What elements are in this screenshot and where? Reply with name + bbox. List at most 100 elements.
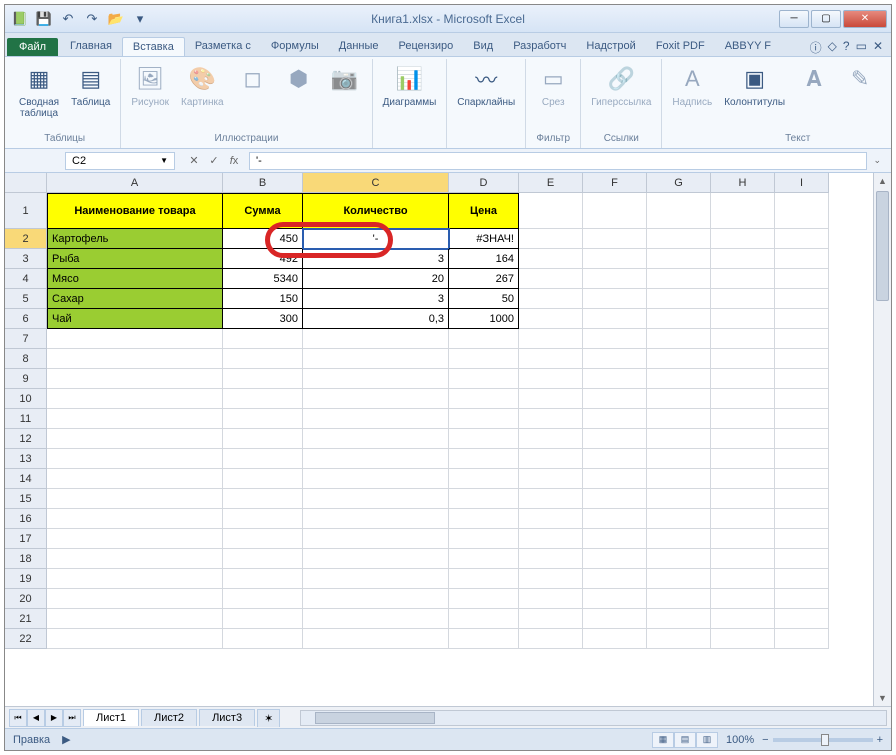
cell[interactable] bbox=[449, 569, 519, 589]
cell[interactable] bbox=[449, 509, 519, 529]
cell[interactable] bbox=[647, 269, 711, 289]
cell[interactable] bbox=[647, 569, 711, 589]
cell[interactable] bbox=[47, 609, 223, 629]
horizontal-scrollbar[interactable] bbox=[300, 710, 887, 726]
row-header-17[interactable]: 17 bbox=[5, 529, 47, 549]
cell[interactable] bbox=[303, 629, 449, 649]
select-all-corner[interactable] bbox=[5, 173, 47, 193]
qty-cell[interactable]: 0,3 bbox=[303, 309, 449, 329]
last-sheet-icon[interactable]: ⏭ bbox=[63, 709, 81, 727]
object-button[interactable]: ▢ bbox=[885, 61, 896, 97]
cell[interactable] bbox=[223, 609, 303, 629]
price-cell[interactable]: 164 bbox=[449, 249, 519, 269]
cell[interactable] bbox=[583, 549, 647, 569]
qty-cell[interactable]: '- bbox=[303, 229, 449, 249]
cell[interactable] bbox=[303, 429, 449, 449]
row-header-4[interactable]: 4 bbox=[5, 269, 47, 289]
cell[interactable] bbox=[583, 193, 647, 229]
cell[interactable] bbox=[647, 509, 711, 529]
cell[interactable] bbox=[47, 429, 223, 449]
cell[interactable] bbox=[449, 589, 519, 609]
cell[interactable] bbox=[47, 549, 223, 569]
cell[interactable] bbox=[449, 469, 519, 489]
cell[interactable] bbox=[647, 309, 711, 329]
name-box-dropdown-icon[interactable]: ▼ bbox=[160, 156, 168, 165]
sum-cell[interactable]: 450 bbox=[223, 229, 303, 249]
cell[interactable] bbox=[47, 389, 223, 409]
macro-record-icon[interactable]: ▶ bbox=[62, 733, 70, 746]
sum-cell[interactable]: 150 bbox=[223, 289, 303, 309]
cell[interactable] bbox=[449, 349, 519, 369]
cell[interactable] bbox=[647, 609, 711, 629]
cell[interactable] bbox=[449, 369, 519, 389]
cell[interactable] bbox=[519, 589, 583, 609]
tab-формулы[interactable]: Формулы bbox=[261, 37, 329, 56]
excel-icon[interactable]: 📗 bbox=[9, 8, 31, 30]
sparklines-button[interactable]: 〰Спарклайны bbox=[453, 61, 519, 110]
maximize-button[interactable]: ▢ bbox=[811, 10, 841, 28]
cell[interactable] bbox=[647, 329, 711, 349]
name-box[interactable]: C2 ▼ bbox=[65, 152, 175, 170]
scroll-down-icon[interactable]: ▼ bbox=[874, 690, 891, 706]
undo-icon[interactable]: ↶ bbox=[57, 8, 79, 30]
cell[interactable] bbox=[519, 429, 583, 449]
cell[interactable] bbox=[303, 449, 449, 469]
cell[interactable] bbox=[775, 193, 829, 229]
col-header-E[interactable]: E bbox=[519, 173, 583, 193]
cell[interactable] bbox=[775, 289, 829, 309]
row-header-2[interactable]: 2 bbox=[5, 229, 47, 249]
cell[interactable] bbox=[519, 389, 583, 409]
cell[interactable] bbox=[519, 193, 583, 229]
cell[interactable] bbox=[711, 369, 775, 389]
cell[interactable] bbox=[47, 489, 223, 509]
tab-данные[interactable]: Данные bbox=[329, 37, 389, 56]
row-header-10[interactable]: 10 bbox=[5, 389, 47, 409]
sheet-tab-Лист1[interactable]: Лист1 bbox=[83, 709, 139, 726]
col-header-I[interactable]: I bbox=[775, 173, 829, 193]
shapes-button[interactable]: ◻ bbox=[232, 61, 274, 97]
row-header-11[interactable]: 11 bbox=[5, 409, 47, 429]
ribbon-minimize-icon[interactable]: ◇ bbox=[828, 39, 837, 56]
cell[interactable] bbox=[711, 309, 775, 329]
cell[interactable] bbox=[583, 249, 647, 269]
cell[interactable] bbox=[47, 629, 223, 649]
cell[interactable] bbox=[775, 349, 829, 369]
prev-sheet-icon[interactable]: ◀ bbox=[27, 709, 45, 727]
price-cell[interactable]: 1000 bbox=[449, 309, 519, 329]
cell[interactable] bbox=[775, 589, 829, 609]
row-header-19[interactable]: 19 bbox=[5, 569, 47, 589]
screenshot-button[interactable]: 📷 bbox=[324, 61, 366, 97]
zoom-in-icon[interactable]: + bbox=[877, 734, 883, 746]
cell[interactable] bbox=[711, 289, 775, 309]
col-header-H[interactable]: H bbox=[711, 173, 775, 193]
row-header-8[interactable]: 8 bbox=[5, 349, 47, 369]
cell[interactable] bbox=[47, 509, 223, 529]
qty-cell[interactable]: 3 bbox=[303, 249, 449, 269]
cell[interactable] bbox=[583, 629, 647, 649]
cell[interactable] bbox=[583, 429, 647, 449]
textbox-button[interactable]: AНадпись bbox=[668, 61, 716, 110]
pivot-table-button[interactable]: ▦Сводная таблица bbox=[15, 61, 63, 121]
cell[interactable] bbox=[223, 349, 303, 369]
tab-разметка с[interactable]: Разметка с bbox=[185, 37, 261, 56]
scroll-thumb[interactable] bbox=[876, 191, 889, 301]
cell[interactable] bbox=[775, 549, 829, 569]
name-cell[interactable]: Сахар bbox=[47, 289, 223, 309]
header-cell[interactable]: Цена bbox=[449, 193, 519, 229]
cell[interactable] bbox=[223, 469, 303, 489]
row-header-13[interactable]: 13 bbox=[5, 449, 47, 469]
ribbon-help-icon[interactable]: ⓘ bbox=[810, 39, 822, 56]
cell[interactable] bbox=[223, 489, 303, 509]
hyperlink-button[interactable]: 🔗Гиперссылка bbox=[587, 61, 655, 110]
cell[interactable] bbox=[647, 349, 711, 369]
col-header-B[interactable]: B bbox=[223, 173, 303, 193]
name-cell[interactable]: Мясо bbox=[47, 269, 223, 289]
cell[interactable] bbox=[711, 229, 775, 249]
cell[interactable] bbox=[647, 469, 711, 489]
cell[interactable] bbox=[47, 409, 223, 429]
cell[interactable] bbox=[47, 569, 223, 589]
cell[interactable] bbox=[303, 569, 449, 589]
tab-рецензиро[interactable]: Рецензиро bbox=[389, 37, 464, 56]
cell[interactable] bbox=[519, 409, 583, 429]
cell[interactable] bbox=[711, 489, 775, 509]
